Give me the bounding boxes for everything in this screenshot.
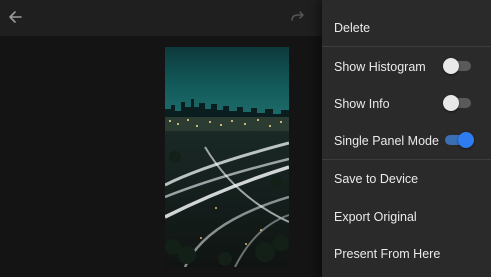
menu-item-delete[interactable]: Delete [322,9,491,46]
show-info-toggle[interactable] [443,95,471,111]
menu-item-present-from-here[interactable]: Present From Here [322,235,491,272]
menu-item-save-to-device[interactable]: Save to Device [322,160,491,197]
menu-item-label: Show Info [334,96,390,111]
arrow-left-icon [9,11,22,23]
show-histogram-toggle[interactable] [443,58,471,74]
menu-item-show-histogram[interactable]: Show Histogram [322,48,491,85]
menu-item-label: Export Original [334,209,417,224]
single-panel-mode-toggle[interactable] [445,132,474,148]
back-button[interactable] [4,4,26,30]
menu-item-show-info[interactable]: Show Info [322,85,491,122]
photo-preview[interactable] [165,47,289,267]
overflow-menu: Delete Show Histogram Show Info Single P… [322,0,491,277]
redo-button[interactable] [286,6,310,28]
menu-item-label: Present From Here [334,246,441,261]
menu-item-label: Single Panel Mode [334,133,439,148]
menu-item-label: Save to Device [334,171,419,186]
redo-icon [291,11,304,21]
menu-item-single-panel-mode[interactable]: Single Panel Mode [322,122,491,159]
menu-item-export-original[interactable]: Export Original [322,198,491,235]
menu-item-label: Show Histogram [334,59,426,74]
menu-item-label: Delete [334,20,371,35]
menu-divider [322,46,491,47]
